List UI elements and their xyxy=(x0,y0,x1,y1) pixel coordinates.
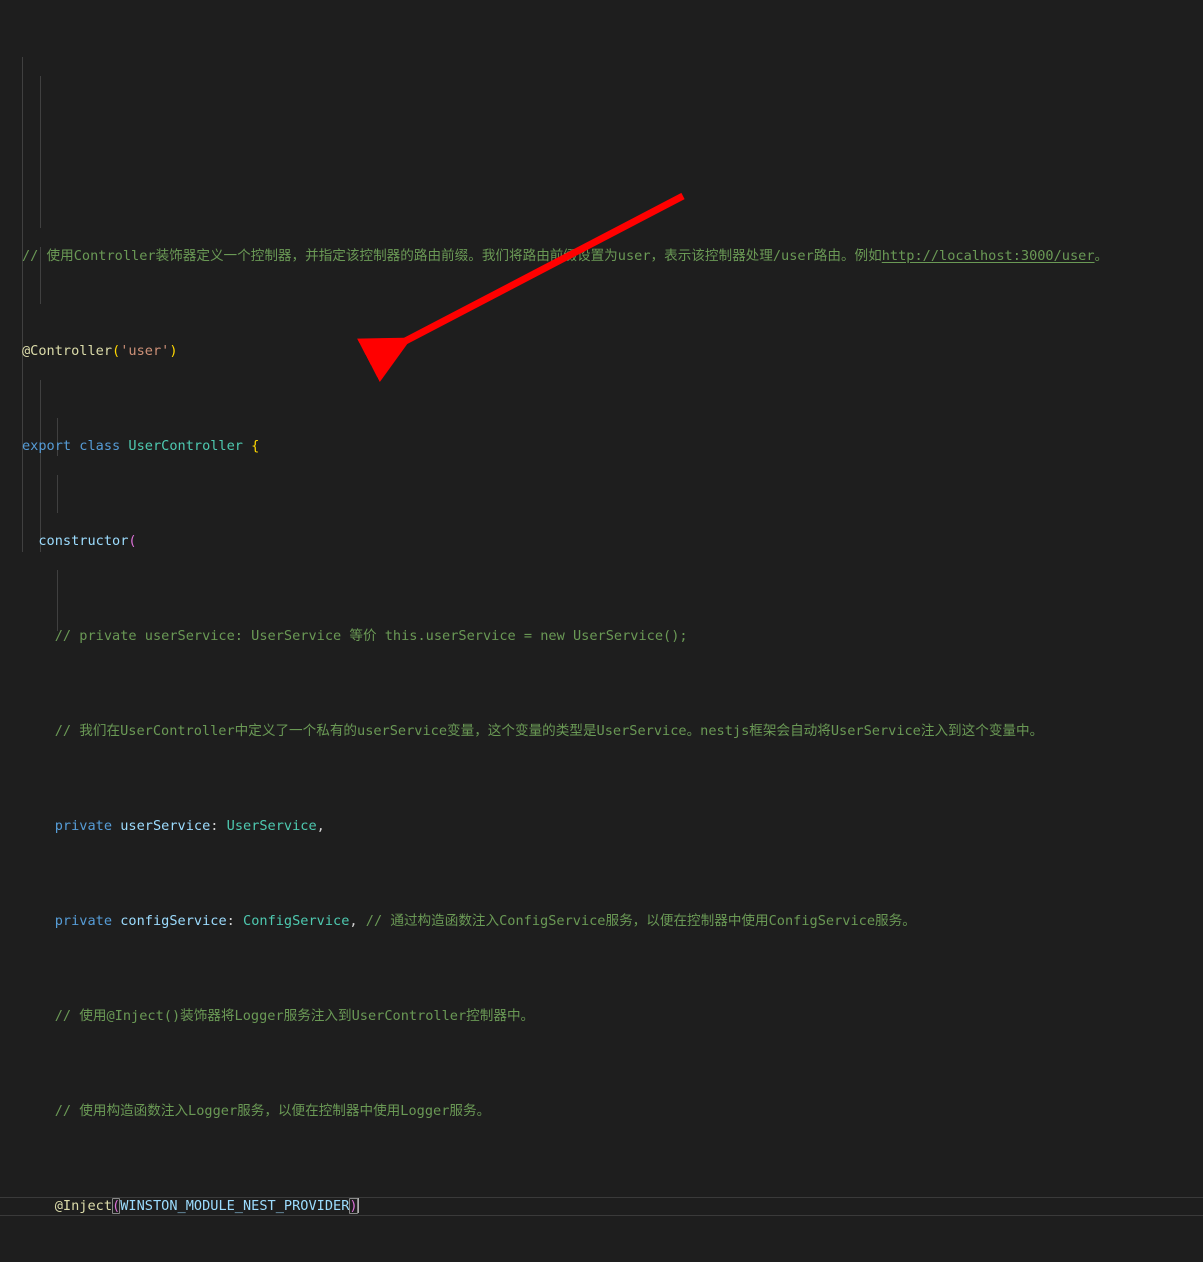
punct: , xyxy=(349,913,358,929)
indent-guide xyxy=(57,475,58,513)
punct: : xyxy=(226,913,244,929)
punct: , xyxy=(316,818,325,834)
type-name: ConfigService xyxy=(243,913,350,929)
keyword-class: class xyxy=(79,438,121,454)
code-line[interactable]: // 使用构造函数注入Logger服务，以便在控制器中使用Logger服务。 xyxy=(0,1102,1203,1121)
comment-text: // 使用构造函数注入Logger服务，以便在控制器中使用Logger服务。 xyxy=(54,1103,491,1119)
indent-guide xyxy=(39,380,41,552)
type-name: UserService xyxy=(226,818,317,834)
code-line[interactable]: export class UserController { xyxy=(0,437,1203,456)
comment-text: // private userService: UserService 等价 t… xyxy=(54,628,688,644)
code-line-current[interactable]: @Inject(WINSTON_MODULE_NEST_PROVIDER) xyxy=(0,1197,1203,1216)
code-line[interactable]: // 使用Controller装饰器定义一个控制器，并指定该控制器的路由前缀。我… xyxy=(0,247,1203,266)
code-line[interactable]: private userService: UserService, xyxy=(0,817,1203,836)
comment-text: // 使用@Inject()装饰器将Logger服务注入到UserControl… xyxy=(54,1008,535,1024)
indent-guide xyxy=(57,570,58,631)
paren: ( xyxy=(128,533,137,549)
class-name: UserController xyxy=(128,438,243,454)
keyword-private: private xyxy=(54,913,113,929)
bracket-match-open: ( xyxy=(112,1198,121,1214)
code-line[interactable]: @Controller('user') xyxy=(0,342,1203,361)
code-line[interactable]: private configService: ConfigService, //… xyxy=(0,912,1203,931)
paren: ) xyxy=(169,343,178,359)
string-literal: 'user' xyxy=(120,343,170,359)
constructor-keyword: constructor xyxy=(38,533,129,549)
brace: { xyxy=(251,438,260,454)
keyword-private: private xyxy=(54,818,113,834)
indent-guide xyxy=(22,57,23,552)
param-name: userService xyxy=(120,818,211,834)
punct: : xyxy=(210,818,227,834)
code-line[interactable]: // 我们在UserController中定义了一个私有的userService… xyxy=(0,722,1203,741)
paren: ( xyxy=(112,343,121,359)
decorator-controller: @Controller xyxy=(22,343,113,359)
code-line[interactable]: constructor( xyxy=(0,532,1203,551)
keyword-export: export xyxy=(22,438,72,454)
param-name: configService xyxy=(120,913,227,929)
comment-text: // 通过构造函数注入ConfigService服务，以便在控制器中使用Conf… xyxy=(365,913,916,929)
link-localhost-user[interactable]: http://localhost:3000/user xyxy=(882,248,1095,264)
indent-guide xyxy=(39,76,41,228)
inject-token-arg: WINSTON_MODULE_NEST_PROVIDER xyxy=(120,1198,350,1214)
code-line[interactable]: // private userService: UserService 等价 t… xyxy=(0,627,1203,646)
code-line[interactable]: // 使用@Inject()装饰器将Logger服务注入到UserControl… xyxy=(0,1007,1203,1026)
comment-text: // 我们在UserController中定义了一个私有的userService… xyxy=(54,723,1044,739)
text-cursor xyxy=(356,1197,359,1213)
comment-text: 。 xyxy=(1094,248,1109,264)
code-editor[interactable]: // 使用Controller装饰器定义一个控制器，并指定该控制器的路由前缀。我… xyxy=(0,0,1203,1216)
comment-text: // 使用Controller装饰器定义一个控制器，并指定该控制器的路由前缀。我… xyxy=(22,248,882,264)
decorator-inject: @Inject xyxy=(54,1198,113,1214)
